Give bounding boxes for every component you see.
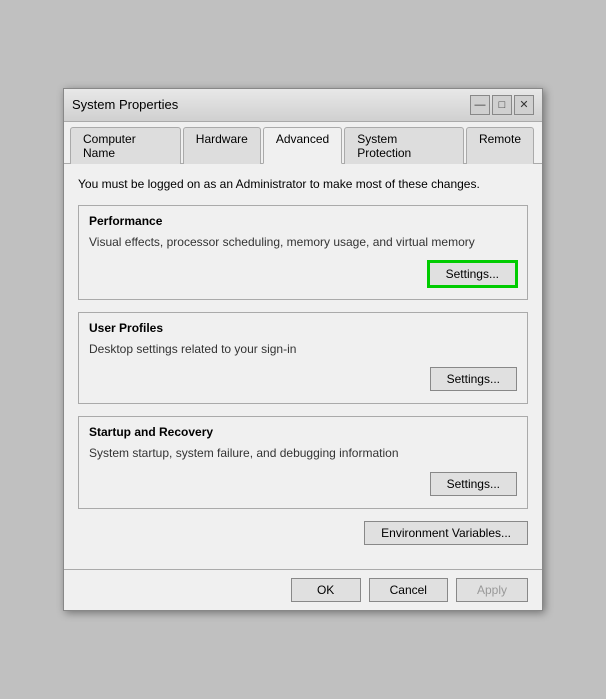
close-button[interactable]: ✕ [514,95,534,115]
performance-settings-button[interactable]: Settings... [428,261,517,287]
startup-recovery-btn-row: Settings... [89,472,517,496]
cancel-button[interactable]: Cancel [369,578,448,602]
performance-title: Performance [89,214,517,228]
ok-button[interactable]: OK [291,578,361,602]
tab-advanced[interactable]: Advanced [263,127,342,164]
env-variables-row: Environment Variables... [78,521,528,545]
user-profiles-description: Desktop settings related to your sign-in [89,341,517,358]
tabs-bar: Computer Name Hardware Advanced System P… [64,122,542,164]
minimize-button[interactable]: — [470,95,490,115]
tab-computer-name[interactable]: Computer Name [70,127,181,164]
title-bar: System Properties — □ ✕ [64,89,542,122]
environment-variables-button[interactable]: Environment Variables... [364,521,528,545]
tab-hardware[interactable]: Hardware [183,127,261,164]
performance-btn-row: Settings... [89,261,517,287]
startup-recovery-settings-button[interactable]: Settings... [430,472,517,496]
bottom-bar: OK Cancel Apply [64,569,542,610]
content-area: You must be logged on as an Administrato… [64,164,542,569]
system-properties-window: System Properties — □ ✕ Computer Name Ha… [63,88,543,611]
tab-remote[interactable]: Remote [466,127,534,164]
user-profiles-btn-row: Settings... [89,367,517,391]
tab-system-protection[interactable]: System Protection [344,127,464,164]
maximize-button[interactable]: □ [492,95,512,115]
apply-button[interactable]: Apply [456,578,528,602]
performance-description: Visual effects, processor scheduling, me… [89,234,517,251]
title-bar-controls: — □ ✕ [470,95,534,115]
user-profiles-title: User Profiles [89,321,517,335]
startup-recovery-title: Startup and Recovery [89,425,517,439]
user-profiles-settings-button[interactable]: Settings... [430,367,517,391]
performance-section: Performance Visual effects, processor sc… [78,205,528,300]
window-title: System Properties [72,97,178,112]
admin-notice: You must be logged on as an Administrato… [78,176,528,193]
user-profiles-section: User Profiles Desktop settings related t… [78,312,528,405]
startup-recovery-description: System startup, system failure, and debu… [89,445,517,462]
startup-recovery-section: Startup and Recovery System startup, sys… [78,416,528,509]
